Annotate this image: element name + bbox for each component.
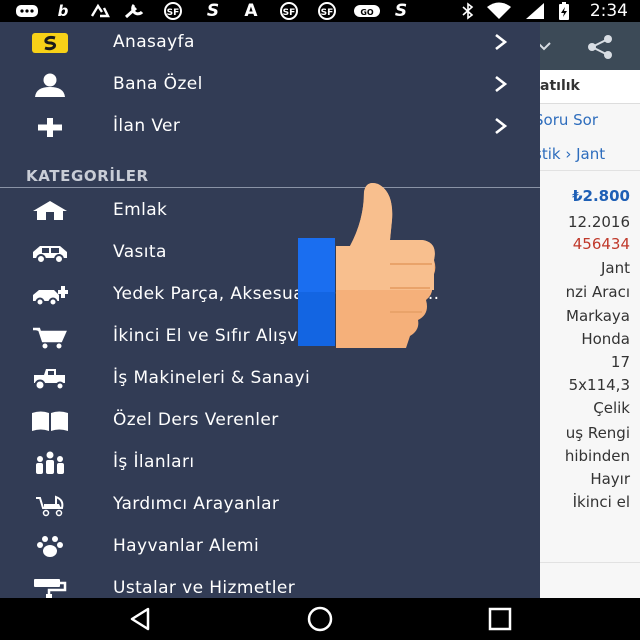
ask-question-link[interactable]: Soru Sor — [540, 110, 598, 130]
category-private-lessons[interactable]: Özel Ders Verenler — [0, 400, 540, 442]
menu-item-post-ad[interactable]: İlan Ver — [0, 106, 540, 148]
battery-charging-icon — [559, 2, 569, 20]
system-navigation-bar — [0, 598, 640, 640]
svg-text:SF: SF — [167, 8, 180, 18]
category-real-estate[interactable]: Emlak — [0, 190, 540, 232]
category-animals[interactable]: Hayvanlar Alemi — [0, 526, 540, 568]
s-app-icon: S — [206, 1, 220, 21]
category-label: İş İlanları — [113, 452, 195, 472]
svg-text:GO: GO — [360, 8, 374, 17]
chevron-right-icon — [495, 117, 508, 135]
detail-value: 17 — [610, 353, 630, 371]
category-vehicles[interactable]: Vasıta — [0, 232, 540, 274]
plus-icon — [38, 118, 62, 137]
detail-value: Markaya — [566, 307, 630, 325]
car-parts-icon — [33, 286, 68, 307]
house-icon — [33, 201, 67, 220]
thumbs-up-icon — [298, 183, 436, 348]
breadcrumb[interactable]: stik › Jant — [540, 144, 605, 164]
book-icon — [32, 411, 68, 431]
category-shopping[interactable]: İkinci El ve Sıfır Alışveriş — [0, 316, 540, 358]
status-bar: b SF S A SF SF GO S 2:34 — [0, 0, 640, 22]
detail-value: Hayır — [590, 470, 630, 488]
sahibinden-icon: SF — [318, 2, 336, 20]
detail-value: uş Rengi — [565, 424, 630, 442]
share-icon[interactable] — [584, 34, 616, 60]
paw-icon — [37, 536, 63, 557]
sahibinden-icon: SF — [164, 2, 182, 20]
bluetooth-icon — [462, 2, 474, 20]
menu-item-label: Bana Özel — [113, 74, 203, 94]
sahibinden-icon: SF — [280, 2, 298, 20]
category-helpers[interactable]: Yardımcı Arayanlar — [0, 484, 540, 526]
divider — [540, 170, 640, 171]
detail-value: 5x114,3 — [568, 376, 630, 394]
b-app-icon: b — [57, 2, 69, 20]
category-label: İş Makineleri & Sanayi — [113, 368, 311, 388]
detail-value: Jant — [600, 259, 630, 277]
category-label: Vasıta — [113, 242, 167, 262]
signal-icon — [526, 3, 544, 19]
game-icon: GO — [354, 5, 380, 17]
category-jobs[interactable]: İş İlanları — [0, 442, 540, 484]
menu-item-home[interactable]: Anasayfa — [0, 22, 540, 64]
menu-item-label: Anasayfa — [113, 32, 195, 52]
detail-value: hibinden — [564, 447, 630, 465]
recents-icon[interactable] — [485, 604, 515, 634]
categories-header: KATEGORİLER — [26, 167, 149, 185]
listing-title-row: atılık — [540, 70, 640, 104]
detail-value: Honda — [581, 330, 630, 348]
people-icon — [36, 451, 64, 474]
wrench-icon — [124, 4, 144, 19]
tractor-icon — [34, 369, 65, 391]
svg-text:SF: SF — [321, 8, 334, 18]
category-spare-parts[interactable]: Yedek Parça, Aksesuar, Donanım &... — [0, 274, 540, 316]
menu-item-label: İlan Ver — [113, 116, 181, 136]
category-services[interactable]: Ustalar ve Hizmetler — [0, 568, 540, 598]
back-icon[interactable] — [126, 604, 156, 634]
wifi-icon — [487, 2, 511, 19]
category-label: Emlak — [113, 200, 168, 220]
recycle-icon — [90, 3, 110, 18]
listing-toolbar — [540, 22, 640, 70]
sahibinden-logo-icon — [32, 33, 68, 53]
section-divider — [0, 187, 540, 188]
listing-date: 12.2016 — [567, 213, 630, 231]
home-icon[interactable] — [305, 604, 335, 634]
navigation-drawer: Anasayfa Bana Özel İlan Ver KATEGORİLER … — [0, 22, 540, 598]
category-label: Hayvanlar Alemi — [113, 536, 260, 556]
a-app-icon: A — [244, 1, 258, 21]
listing-detail-page: atılık Soru Sor stik › Jant ₺2.800 12.20… — [540, 22, 640, 598]
s-app-icon: S — [394, 1, 408, 21]
divider — [540, 562, 640, 563]
message-icon — [16, 5, 38, 17]
category-label: Ustalar ve Hizmetler — [113, 578, 296, 598]
listing-price: ₺2.800 — [572, 187, 630, 205]
user-icon — [35, 73, 65, 97]
category-machinery[interactable]: İş Makineleri & Sanayi — [0, 358, 540, 400]
stroller-icon — [36, 495, 64, 517]
category-label: Yardımcı Arayanlar — [113, 494, 280, 514]
clock: 2:34 — [589, 1, 628, 21]
detail-value: Çelik — [593, 399, 630, 417]
detail-value: nzi Aracı — [565, 283, 630, 301]
listing-number: 456434 — [572, 235, 630, 253]
category-label: Özel Ders Verenler — [113, 410, 279, 430]
chevron-right-icon — [495, 33, 508, 51]
car-icon — [33, 246, 67, 264]
shopping-cart-icon — [33, 327, 67, 349]
detail-value: İkinci el — [572, 493, 630, 511]
listing-title: atılık — [540, 78, 580, 94]
svg-text:SF: SF — [283, 8, 296, 18]
chevron-down-icon[interactable] — [540, 36, 552, 56]
paint-roller-icon — [34, 579, 67, 598]
menu-item-my-account[interactable]: Bana Özel — [0, 64, 540, 106]
chevron-right-icon — [495, 75, 508, 93]
